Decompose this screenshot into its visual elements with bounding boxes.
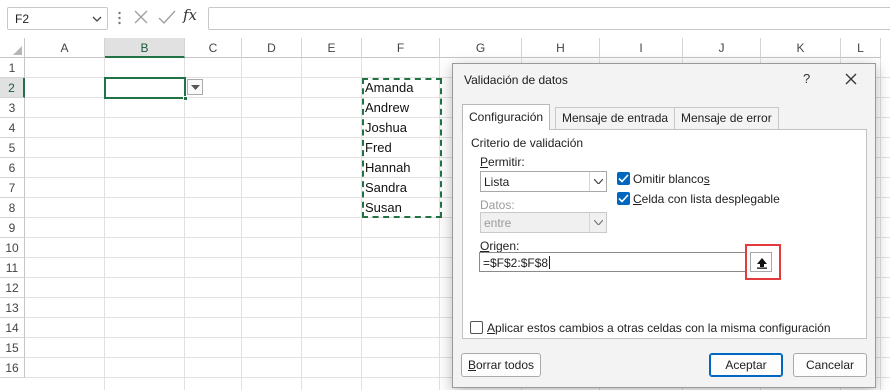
row-header-5[interactable]: 5	[0, 138, 25, 158]
ok-button[interactable]: Aceptar	[709, 353, 783, 377]
row-header-8[interactable]: 8	[0, 198, 25, 218]
name-box-value: F2	[15, 12, 30, 26]
select-all-corner[interactable]	[0, 38, 25, 58]
data-value: entre	[484, 216, 512, 230]
column-header-b[interactable]: B	[105, 38, 185, 58]
cancel-icon[interactable]	[133, 9, 149, 25]
column-header-c[interactable]: C	[185, 38, 242, 58]
cell-dropdown-button[interactable]	[187, 79, 203, 95]
column-headers: ABCDEFGHIJKL	[25, 38, 890, 58]
name-cell[interactable]: Joshua	[365, 118, 407, 138]
column-gridline	[184, 58, 185, 390]
row-header-7[interactable]: 7	[0, 178, 25, 198]
in-cell-dropdown-checkbox[interactable]	[617, 192, 630, 205]
row-header-9[interactable]: 9	[0, 218, 25, 238]
text-cursor	[549, 256, 550, 269]
column-gridline	[104, 58, 105, 390]
close-icon[interactable]	[842, 70, 860, 88]
row-header-10[interactable]: 10	[0, 238, 25, 258]
checkmark-icon	[618, 174, 629, 183]
source-label: Origen:	[480, 239, 520, 253]
row-header-12[interactable]: 12	[0, 278, 25, 298]
tab-configuracion[interactable]: Configuración	[462, 104, 551, 130]
apply-all-checkbox[interactable]	[470, 321, 483, 334]
in-cell-dropdown-label: Celda con lista desplegable	[633, 192, 780, 206]
formula-bar: F2 fx	[0, 0, 890, 36]
column-header-k[interactable]: K	[761, 38, 841, 58]
column-gridline	[241, 58, 242, 390]
tab-mensaje-de-entrada[interactable]: Mensaje de entrada	[555, 107, 676, 129]
column-header-i[interactable]: I	[600, 38, 683, 58]
column-header-j[interactable]: J	[683, 38, 761, 58]
column-header-a[interactable]: A	[25, 38, 105, 58]
caret-down-icon	[191, 85, 200, 90]
name-cell[interactable]: Hannah	[365, 158, 411, 178]
chevron-down-icon[interactable]	[91, 13, 103, 25]
column-header-f[interactable]: F	[362, 38, 440, 58]
row-header-3[interactable]: 3	[0, 98, 25, 118]
clear-all-button[interactable]: Borrar todos	[461, 353, 541, 377]
row-header-1[interactable]: 1	[0, 58, 25, 78]
ignore-blank-label: Omitir blancos	[633, 172, 710, 186]
allow-select[interactable]: Lista	[480, 171, 607, 192]
more-options-icon	[118, 11, 121, 25]
fill-handle[interactable]	[183, 96, 188, 101]
row-header-11[interactable]: 11	[0, 258, 25, 278]
data-label: Datos:	[480, 198, 515, 212]
chevron-down-icon	[594, 179, 603, 184]
row-header-4[interactable]: 4	[0, 118, 25, 138]
name-cell[interactable]: Fred	[365, 138, 392, 158]
active-cell-b2[interactable]	[104, 77, 188, 101]
check-icon[interactable]	[158, 9, 176, 25]
column-header-e[interactable]: E	[302, 38, 362, 58]
chevron-down-icon	[594, 220, 603, 225]
highlight-box	[745, 244, 781, 280]
name-cell[interactable]: Andrew	[365, 98, 409, 118]
row-header-15[interactable]: 15	[0, 338, 25, 358]
help-button[interactable]: ?	[803, 71, 810, 86]
data-select: entre	[480, 212, 607, 233]
tab-mensaje-de-error[interactable]: Mensaje de error	[674, 107, 779, 129]
column-header-d[interactable]: D	[242, 38, 302, 58]
name-cell[interactable]: Amanda	[365, 78, 413, 98]
source-value: =$F$2:$F$8	[483, 256, 549, 270]
row-header-16[interactable]: 16	[0, 358, 25, 378]
allow-label: Permitir:	[480, 155, 525, 169]
row-header-2[interactable]: 2	[0, 78, 25, 98]
data-validation-dialog: Validación de datos ? Configuración Mens…	[452, 63, 876, 388]
column-gridline	[880, 58, 881, 390]
source-input[interactable]: =$F$2:$F$8	[479, 252, 747, 272]
row-header-6[interactable]: 6	[0, 158, 25, 178]
insert-function-button[interactable]: fx	[183, 6, 197, 24]
allow-value: Lista	[484, 175, 510, 189]
dialog-title: Validación de datos	[464, 73, 568, 87]
name-box[interactable]: F2	[7, 7, 108, 30]
column-header-g[interactable]: G	[440, 38, 522, 58]
row-header-13[interactable]: 13	[0, 298, 25, 318]
checkmark-icon	[618, 194, 629, 203]
apply-all-label: Aplicar estos cambios a otras celdas con…	[487, 321, 831, 335]
ignore-blank-checkbox[interactable]	[617, 172, 630, 185]
section-title: Criterio de validación	[471, 136, 584, 150]
column-header-l[interactable]: L	[841, 38, 881, 58]
name-cell[interactable]: Sandra	[365, 178, 407, 198]
settings-panel: Criterio de validación Permitir: Lista O…	[462, 129, 867, 339]
name-cell[interactable]: Susan	[365, 198, 402, 218]
column-header-h[interactable]: H	[522, 38, 600, 58]
row-header-14[interactable]: 14	[0, 318, 25, 338]
cancel-button[interactable]: Cancelar	[793, 353, 867, 377]
formula-input[interactable]	[208, 7, 890, 30]
column-gridline	[301, 58, 302, 390]
